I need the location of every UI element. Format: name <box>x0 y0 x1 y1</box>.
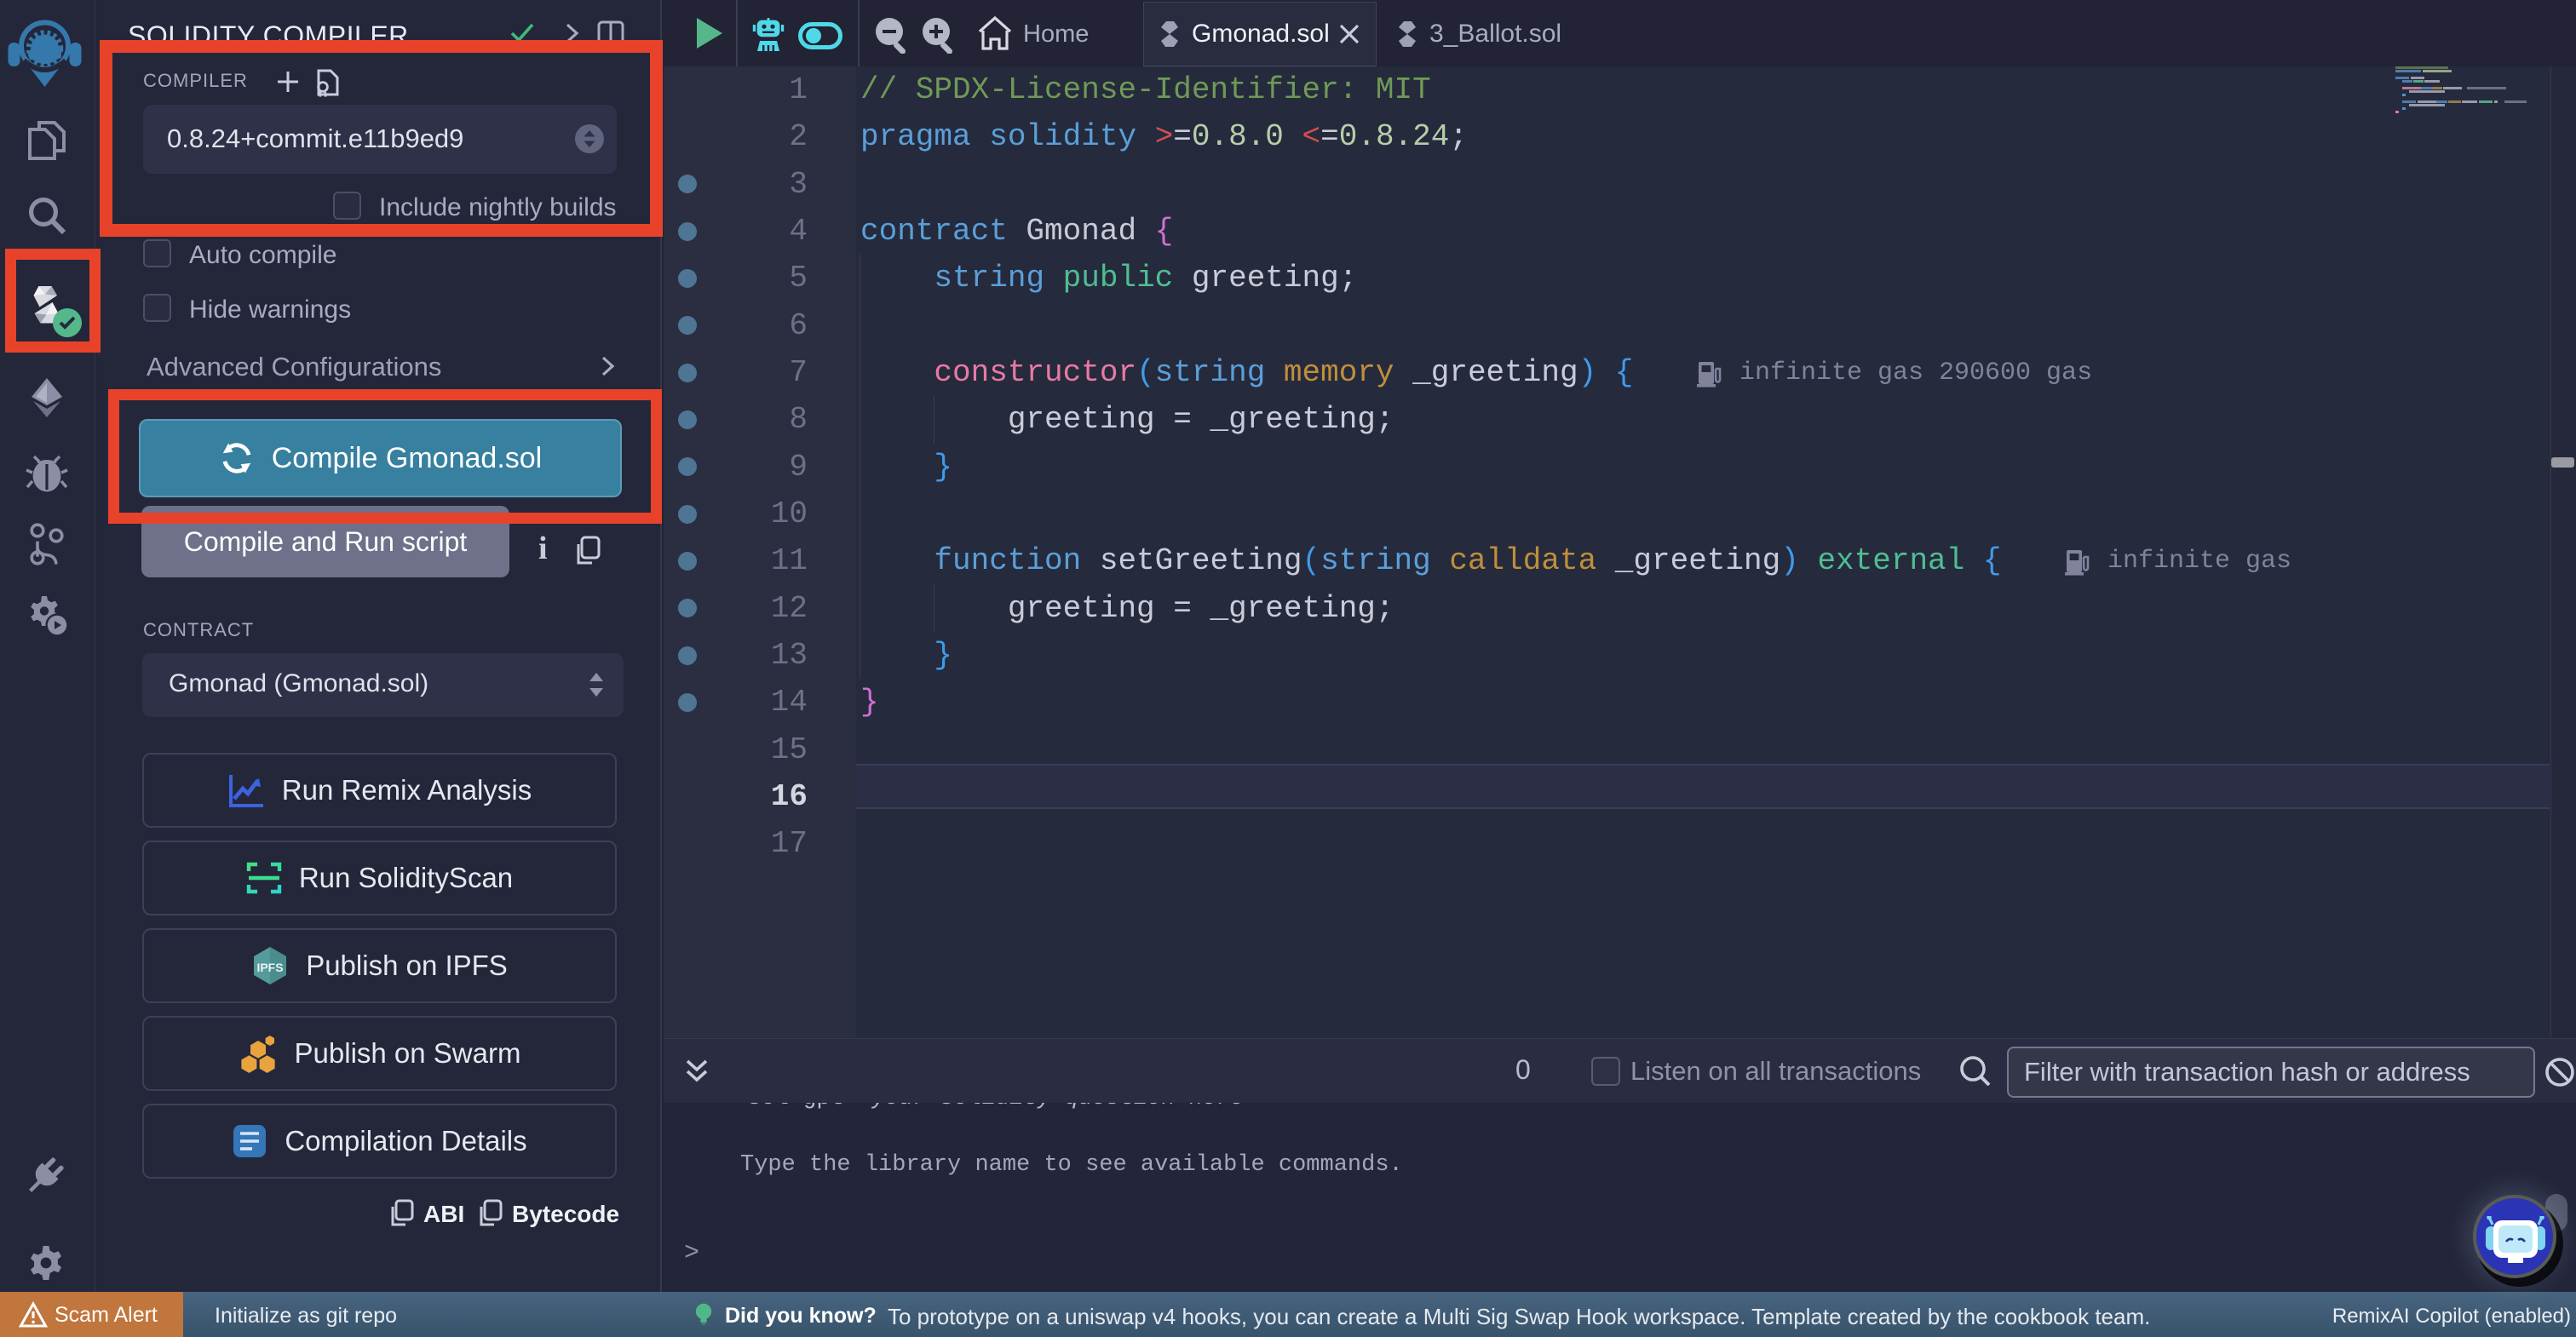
svg-text:IPFS: IPFS <box>257 961 284 974</box>
